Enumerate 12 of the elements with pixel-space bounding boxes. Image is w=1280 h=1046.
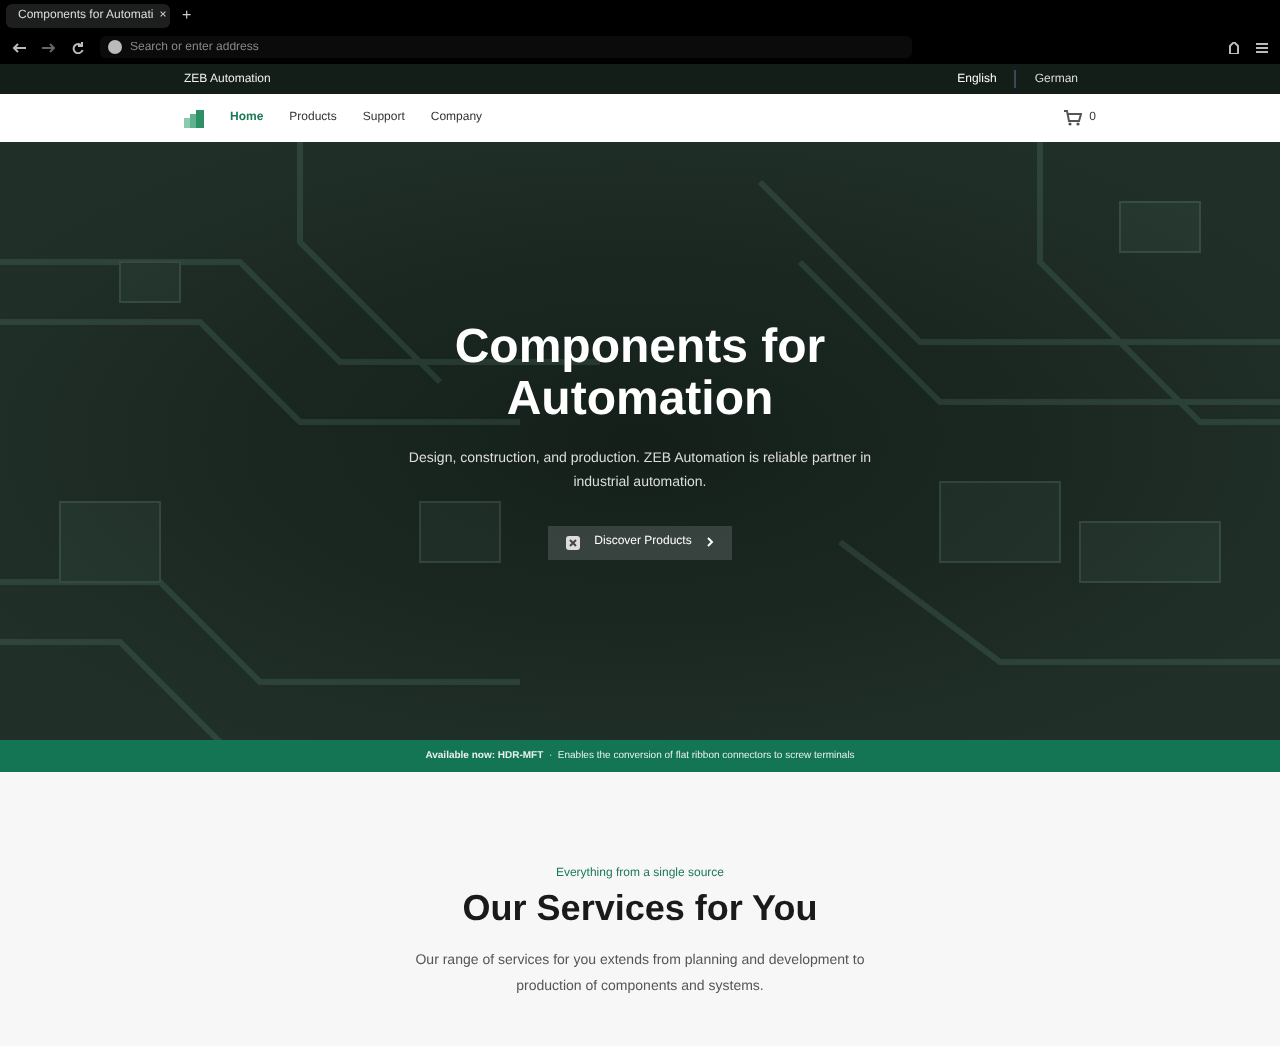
reload-icon[interactable] — [72, 41, 84, 53]
logo-icon[interactable] — [184, 109, 204, 127]
back-icon[interactable] — [12, 41, 26, 53]
cart-icon[interactable] — [1063, 110, 1082, 126]
box-icon — [566, 535, 581, 550]
new-tab-button[interactable]: + — [182, 6, 192, 24]
chevron-icon — [705, 536, 714, 549]
section-title: Our Services for You — [462, 888, 818, 930]
hero-title: Components for Automation — [452, 322, 828, 428]
forward-icon[interactable] — [42, 41, 56, 53]
site-icon — [108, 40, 122, 54]
menu-icon[interactable] — [1256, 41, 1268, 53]
